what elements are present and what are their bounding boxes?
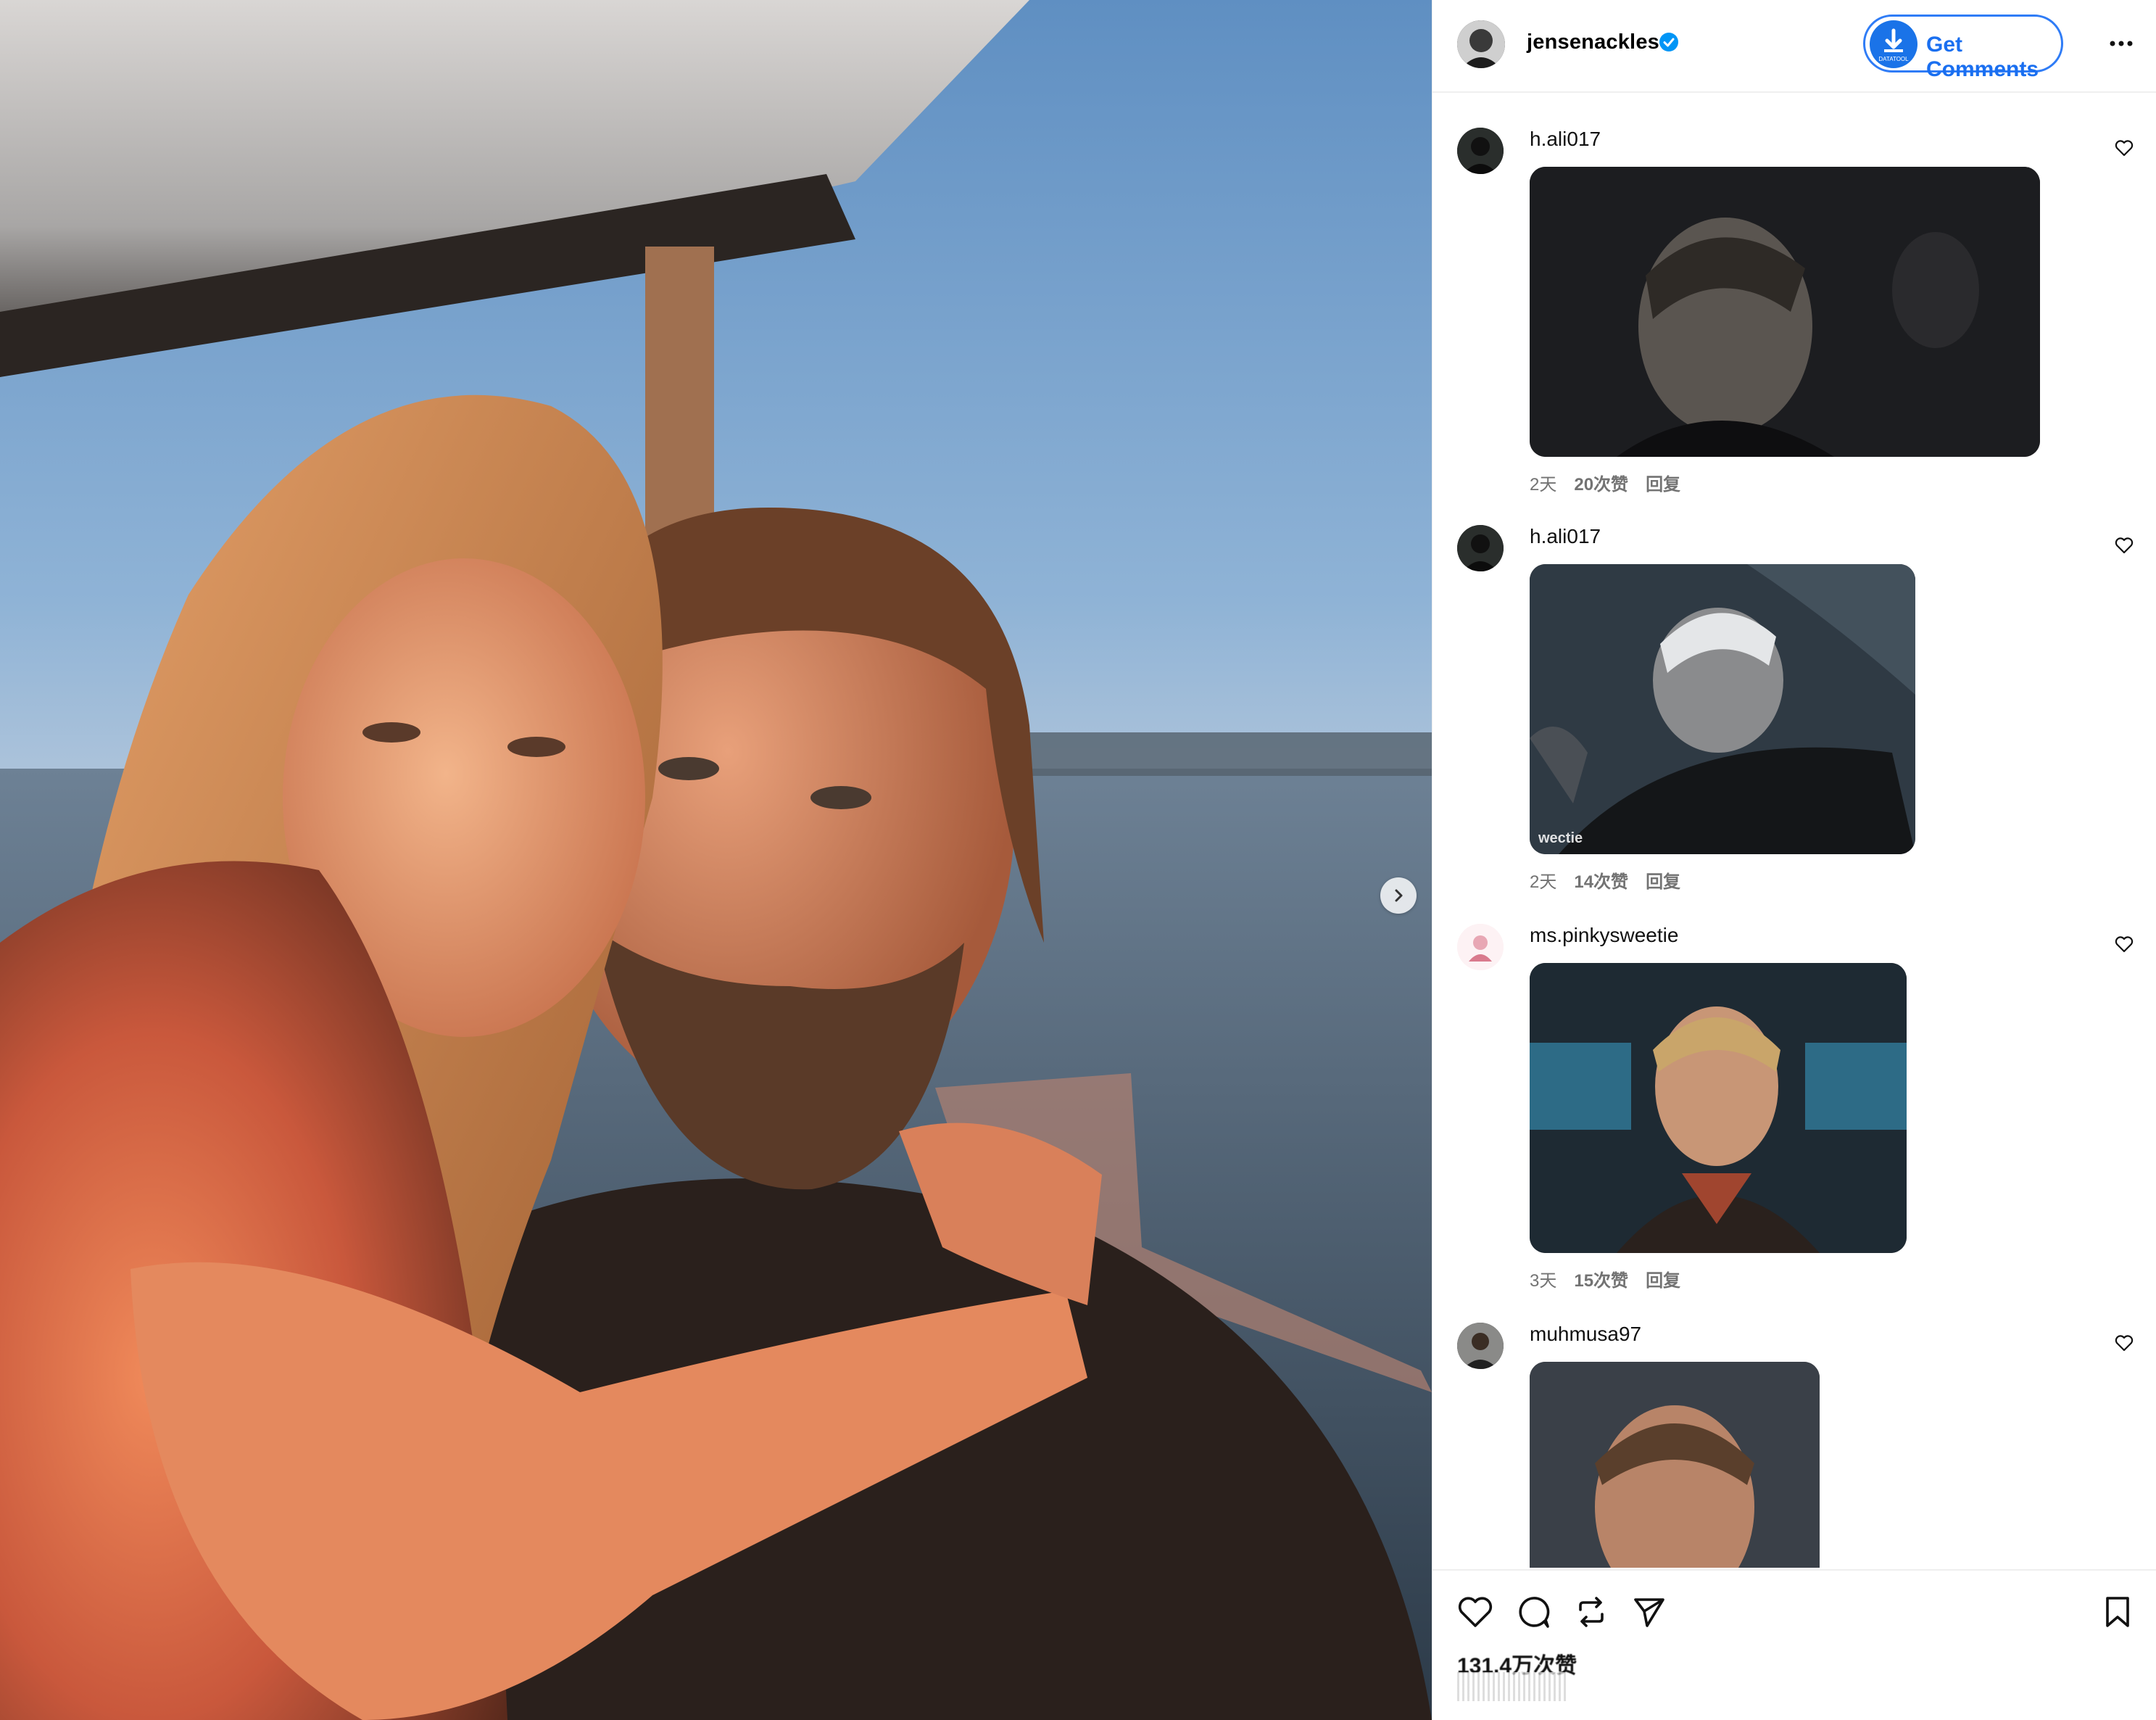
commenter-avatar[interactable] — [1457, 924, 1504, 970]
get-comments-icon-text: DATATOOL — [1878, 56, 1909, 62]
reply-button[interactable]: 回复 — [1646, 1266, 1680, 1291]
comment-time: 2天 — [1530, 872, 1557, 892]
commenter-avatar[interactable] — [1457, 1323, 1504, 1369]
commenter-avatar[interactable] — [1457, 525, 1504, 571]
comments-panel: jensenackles DATATOOL Get Comments h.ali… — [1432, 0, 2156, 1720]
bookmark-icon[interactable] — [2098, 1592, 2137, 1632]
comment-likes[interactable]: 14次赞 — [1574, 867, 1628, 893]
comment-gif[interactable]: wectie — [1530, 564, 1915, 854]
comment-gif[interactable] — [1530, 1362, 1820, 1568]
heart-icon[interactable] — [2114, 138, 2134, 158]
heart-icon[interactable] — [2114, 1333, 2134, 1353]
commenter-username[interactable]: muhmusa97 — [1530, 1323, 1641, 1346]
gif-caption: wectie — [1538, 830, 1583, 846]
comment-gif[interactable] — [1530, 167, 2040, 457]
comment-item: muhmusa97 — [1433, 1289, 2156, 1568]
comment-gif[interactable] — [1530, 963, 1907, 1253]
comment-meta: 2天 14次赞 回复 — [1530, 867, 1680, 893]
comment-item: h.ali017 wectie 2天 14次赞 回复 — [1433, 492, 2156, 898]
heart-icon[interactable] — [1456, 1592, 1495, 1632]
post-actions: 131.4万次赞 — [1433, 1569, 2156, 1720]
download-icon: DATATOOL — [1870, 20, 1917, 68]
comment-item: ms.pinkysweetie 3天 15次赞 回复 — [1433, 890, 2156, 1297]
comment-meta: 3天 15次赞 回复 — [1530, 1266, 1680, 1291]
blurred-overlay — [1457, 1672, 1566, 1701]
heart-icon[interactable] — [2114, 535, 2134, 555]
commenter-avatar[interactable] — [1457, 128, 1504, 174]
post-header: jensenackles DATATOOL Get Comments — [1433, 0, 2156, 93]
next-image-button[interactable] — [1380, 877, 1417, 914]
post-photo — [0, 0, 1432, 1720]
comment-likes[interactable]: 15次赞 — [1574, 1266, 1628, 1291]
share-icon[interactable] — [1630, 1592, 1669, 1632]
author-avatar[interactable] — [1457, 20, 1505, 68]
reply-button[interactable]: 回复 — [1646, 867, 1680, 893]
comment-item: h.ali017 2天 20次赞 回复 — [1433, 94, 2156, 500]
commenter-username[interactable]: h.ali017 — [1530, 128, 1601, 151]
verified-badge-icon — [1659, 33, 1678, 51]
repost-icon[interactable] — [1572, 1592, 1611, 1632]
comment-icon[interactable] — [1514, 1592, 1553, 1632]
author-username[interactable]: jensenackles — [1527, 30, 1659, 54]
chevron-right-icon — [1395, 889, 1403, 902]
get-comments-label: Get Comments — [1926, 33, 2039, 81]
get-comments-button[interactable]: DATATOOL Get Comments — [1863, 15, 2063, 81]
comment-list[interactable]: h.ali017 2天 20次赞 回复 h.ali017 wectie 2天 1… — [1433, 94, 2156, 1568]
instagram-post-view: jensenackles DATATOOL Get Comments h.ali… — [0, 0, 2156, 1720]
more-options-icon[interactable] — [2107, 33, 2136, 54]
commenter-username[interactable]: ms.pinkysweetie — [1530, 924, 1678, 947]
comment-time: 3天 — [1530, 1271, 1557, 1291]
commenter-username[interactable]: h.ali017 — [1530, 525, 1601, 548]
heart-icon[interactable] — [2114, 934, 2134, 954]
